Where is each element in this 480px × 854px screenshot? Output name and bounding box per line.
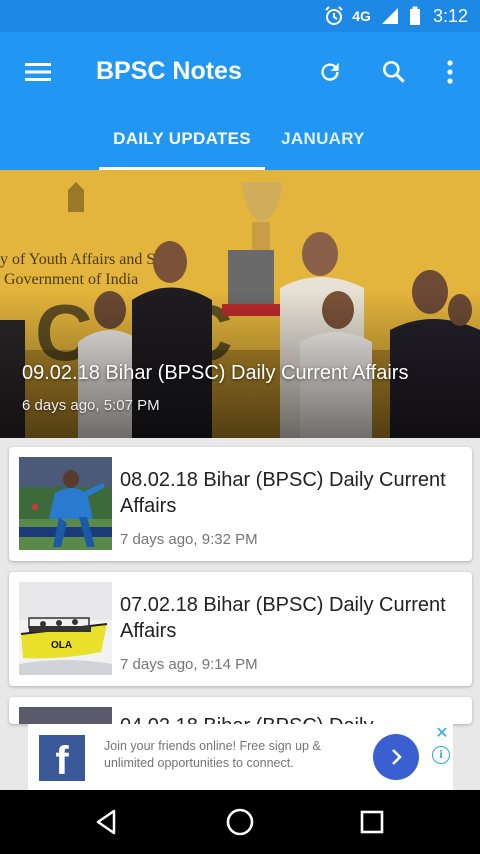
tab-bar: DAILY UPDATES JANUARY — [0, 120, 480, 170]
menu-button[interactable] — [20, 54, 56, 90]
overflow-menu-button[interactable] — [430, 52, 470, 92]
tab-january[interactable]: JANUARY — [265, 120, 381, 170]
article-title: 08.02.18 Bihar (BPSC) Daily Current Affa… — [120, 469, 446, 517]
refresh-icon — [321, 62, 339, 81]
article-time: 7 days ago, 9:14 PM — [120, 656, 258, 673]
featured-article-title: 09.02.18 Bihar (BPSC) Daily Current Affa… — [22, 362, 409, 384]
clock: 3:12 — [432, 5, 468, 26]
search-button[interactable] — [374, 52, 414, 92]
signal-icon — [381, 7, 399, 25]
article-time: 7 days ago, 9:32 PM — [120, 531, 258, 548]
alarm-icon — [324, 6, 344, 26]
ad-close-icon[interactable]: ✕ — [433, 725, 451, 743]
chevron-right-icon — [392, 749, 402, 765]
ad-open-button[interactable] — [373, 734, 419, 780]
refresh-button[interactable] — [310, 52, 350, 92]
article-card[interactable]: 04.02.18 Bihar (BPSC) Daily — [9, 697, 472, 724]
facebook-logo-icon: f — [39, 735, 85, 781]
nav-recents-button[interactable] — [352, 802, 392, 842]
article-thumbnail: OLA — [19, 582, 112, 675]
app-bar: BPSC Notes DAILY UPDATES JANUARY — [0, 32, 480, 170]
article-card[interactable]: 08.02.18 Bihar (BPSC) Daily Current Affa… — [9, 447, 472, 561]
article-thumbnail — [19, 707, 112, 724]
ad-info-icon[interactable]: i — [432, 746, 450, 764]
hamburger-menu-icon — [25, 63, 51, 81]
backdrop-text: Government of India — [4, 271, 138, 288]
nav-back-button[interactable] — [86, 802, 126, 842]
featured-article-time: 6 days ago, 5:07 PM — [22, 397, 160, 414]
battery-icon — [409, 6, 421, 26]
search-icon — [382, 60, 405, 83]
tab-daily-updates[interactable]: DAILY UPDATES — [99, 120, 265, 170]
nav-home-button[interactable] — [220, 802, 260, 842]
article-title: 07.02.18 Bihar (BPSC) Daily Current Affa… — [120, 594, 446, 642]
status-bar: 4G 3:12 — [0, 0, 480, 32]
system-nav-bar — [0, 790, 480, 854]
article-card[interactable]: OLA 07.02.18 Bihar (BPSC) Daily Current … — [9, 572, 472, 686]
boat-brand-text: OLA — [51, 640, 72, 651]
article-thumbnail — [19, 457, 112, 550]
featured-article[interactable]: y of Youth Affairs and Sports Government… — [0, 170, 480, 438]
app-title: BPSC Notes — [96, 57, 242, 85]
more-vert-icon — [447, 60, 453, 84]
network-type: 4G — [352, 8, 371, 24]
back-icon — [96, 809, 116, 835]
home-icon — [226, 808, 254, 836]
article-title: 04.02.18 Bihar (BPSC) Daily — [120, 713, 460, 724]
ad-banner[interactable]: f Join your friends online! Free sign up… — [28, 724, 453, 792]
recents-icon — [360, 810, 384, 834]
ad-text: Join your friends online! Free sign up &… — [104, 739, 321, 770]
